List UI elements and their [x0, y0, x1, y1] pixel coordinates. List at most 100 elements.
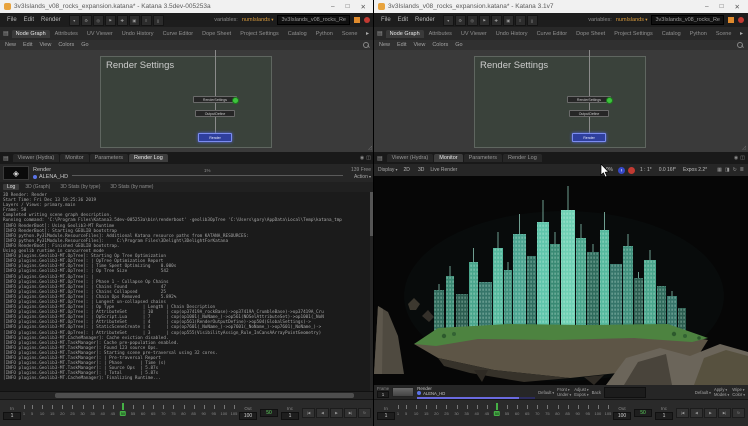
back-label[interactable]: Back — [592, 390, 601, 395]
panel-tab[interactable]: Monitor — [434, 154, 462, 162]
out-frame-field[interactable]: Out 100 — [613, 406, 631, 420]
view-flag-dot[interactable] — [606, 97, 613, 104]
loop-icon[interactable]: ↻ — [358, 408, 371, 418]
panel-tab[interactable]: Viewer (Hydra) — [387, 154, 434, 162]
pane-tab[interactable]: Project Settings — [236, 30, 283, 38]
panel-tab[interactable]: Parameters — [90, 154, 128, 162]
pane-tab[interactable]: Undo History — [118, 30, 158, 38]
close-button[interactable]: ✕ — [731, 3, 744, 11]
pane-tab[interactable]: Curve Editor — [533, 30, 572, 38]
stop-render-icon[interactable] — [364, 17, 370, 23]
pane-menu-icon[interactable]: ▤ — [377, 155, 383, 162]
minimize-button[interactable]: – — [701, 3, 713, 10]
pane-tab[interactable]: UV Viewer — [83, 30, 117, 38]
nodegraph-menu-item[interactable]: View — [414, 42, 426, 48]
variables-dropdown[interactable]: numIslands — [614, 17, 650, 23]
flag-icon[interactable]: ⚑ — [105, 15, 116, 26]
color-dropdown[interactable]: Color — [732, 392, 745, 397]
menu-item[interactable]: File — [4, 17, 20, 23]
current-frame-field[interactable]: 50 — [634, 409, 652, 417]
node-outputdefine[interactable]: OutputDefine — [195, 110, 235, 117]
pin-icon[interactable]: ◉ — [360, 155, 364, 161]
pause-render-icon[interactable]: || — [527, 15, 538, 26]
catalog-thumbnail[interactable] — [392, 387, 414, 397]
render-node-field[interactable]: 3v3Islands_v08_rocks_Re — [277, 15, 350, 25]
log-tab[interactable]: 3D Stats (by type) — [56, 184, 104, 190]
current-frame-marker[interactable] — [496, 403, 498, 410]
minimize-button[interactable]: – — [327, 3, 339, 10]
pane-resize-handle[interactable]: ◿ — [742, 145, 746, 151]
refresh-icon[interactable]: ↻ — [733, 167, 737, 173]
grid-icon[interactable]: ▣ — [129, 15, 140, 26]
play-icon[interactable]: ▶ — [330, 408, 343, 418]
view-flag-dot[interactable] — [232, 97, 239, 104]
list-icon[interactable]: ≡ — [141, 15, 152, 26]
pane-tab[interactable]: Python — [312, 30, 337, 38]
menu-item[interactable]: Edit — [395, 17, 411, 23]
pane-tab[interactable]: Undo History — [492, 30, 532, 38]
pane-tab[interactable]: Catalog — [284, 30, 311, 38]
monitor-viewport[interactable] — [374, 176, 748, 385]
pane-tab[interactable]: Scene — [338, 30, 362, 38]
pane-tab[interactable]: Dope Sheet — [198, 30, 235, 38]
grid-icon[interactable]: ▣ — [503, 15, 514, 26]
search-icon[interactable] — [737, 42, 743, 48]
panel-tab[interactable]: Monitor — [60, 154, 88, 162]
log-tab[interactable]: 3D Stats (by name) — [106, 184, 157, 190]
stop-render-button[interactable] — [628, 167, 635, 174]
increment-field[interactable]: Inc 1 — [655, 406, 673, 420]
current-frame-field[interactable]: 50 — [260, 409, 278, 417]
log-tab[interactable]: Log — [3, 184, 19, 190]
menu-item[interactable]: File — [378, 17, 394, 23]
nodegraph-menu-item[interactable]: New — [379, 42, 390, 48]
flag-icon[interactable]: ⚑ — [479, 15, 490, 26]
in-frame-field[interactable]: In 1 — [377, 406, 395, 420]
search-icon[interactable] — [363, 42, 369, 48]
menu-item[interactable]: Edit — [21, 17, 37, 23]
node-rendersettings[interactable]: RenderSettings — [567, 96, 611, 103]
mode-3d-button[interactable]: 3D — [416, 167, 426, 173]
gear-icon[interactable]: ⚙ — [81, 15, 92, 26]
log-tab[interactable]: 3D (Graph) — [21, 184, 54, 190]
gamma-value[interactable]: Expos 2.2* — [681, 167, 709, 173]
render-log-output[interactable]: 3D Render: RenderStart Time: Fri Dec 13 … — [0, 192, 374, 391]
panel-tab[interactable]: Parameters — [464, 154, 502, 162]
exposure-value[interactable]: 0.0 16f* — [657, 167, 678, 173]
node-render[interactable]: Render — [198, 133, 232, 142]
render-settings-group[interactable]: Render Settings — [100, 56, 272, 148]
step-back-icon[interactable]: ◀ — [690, 408, 703, 418]
jump-start-icon[interactable]: |◀ — [302, 408, 315, 418]
close-button[interactable]: ✕ — [357, 3, 370, 11]
list-icon[interactable]: ≡ — [515, 15, 526, 26]
pane-tab[interactable]: Scene — [712, 30, 736, 38]
panel-tab[interactable]: Render Log — [503, 154, 542, 162]
action-dropdown[interactable]: Action — [354, 174, 371, 180]
add-icon[interactable]: ✚ — [491, 15, 502, 26]
current-frame-marker[interactable] — [122, 403, 124, 410]
nodegraph-menu-item[interactable]: View — [40, 42, 52, 48]
log-horizontal-scrollbar[interactable] — [0, 391, 374, 399]
pane-tab[interactable]: Catalog — [658, 30, 685, 38]
snapshot-icon[interactable]: ◎ — [467, 15, 478, 26]
pause-render-button[interactable]: || — [618, 167, 625, 174]
maximize-button[interactable]: □ — [342, 3, 354, 10]
panel-tab[interactable]: Viewer (Hydra) — [13, 154, 60, 162]
tab-overflow-icon[interactable]: ▸ — [738, 30, 745, 37]
node-graph-canvas[interactable]: Render Settings RenderSettings OutputDef… — [0, 50, 374, 152]
maximize-button[interactable]: □ — [716, 3, 728, 10]
panel-tab[interactable]: Render Log — [129, 154, 168, 162]
snapshot-icon[interactable]: ◎ — [93, 15, 104, 26]
pane-menu-icon[interactable]: ▤ — [3, 30, 9, 37]
node-rendersettings[interactable]: RenderSettings — [193, 96, 237, 103]
titlebar[interactable]: 3v3Islands_v08_rocks_expansion.katana* -… — [0, 0, 374, 13]
pane-tab[interactable]: Attributes — [425, 30, 456, 38]
nodegraph-menu-item[interactable]: New — [5, 42, 16, 48]
gear-icon[interactable]: ⚙ — [455, 15, 466, 26]
menu-item[interactable]: Render — [38, 17, 64, 23]
zoom-level[interactable]: 1 : 1* — [638, 167, 654, 173]
render-catalog-entry[interactable]: Render ALENA_HD — [417, 386, 535, 399]
split-pane-icon[interactable]: ◫ — [740, 155, 745, 161]
live-render-button[interactable]: Live Render — [430, 167, 457, 173]
pane-tab[interactable]: Attributes — [51, 30, 82, 38]
pin-icon[interactable]: ◉ — [734, 155, 738, 161]
